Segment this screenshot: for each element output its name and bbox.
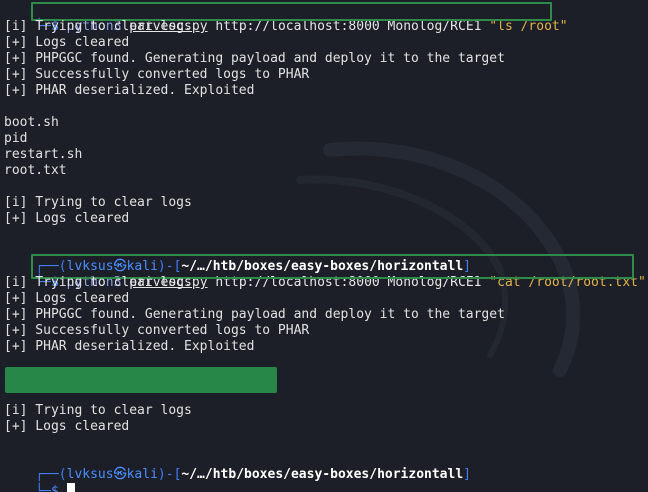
output-line: [+] Logs cleared: [4, 35, 130, 50]
output-line: restart.sh: [4, 147, 83, 162]
prompt-host: kali: [126, 467, 158, 482]
command-quoted-arg: "ls /root": [489, 19, 568, 34]
terminal-window[interactable]: └─$ python3 privesc.py http://localhost:…: [0, 0, 648, 492]
prompt-dollar: $: [50, 484, 59, 492]
output-line: [i] Trying to clear logs: [4, 195, 192, 210]
output-line: [+] Logs cleared: [4, 291, 130, 306]
output-line: [+] PHPGGC found. Generating payload and…: [4, 51, 505, 66]
redacted-flag: [5, 367, 277, 393]
output-line: [+] PHAR deserialized. Exploited: [4, 83, 255, 98]
output-line: pid: [4, 131, 28, 146]
text-cursor: [66, 483, 75, 492]
output-line: boot.sh: [4, 115, 59, 130]
prompt-header-3: ┌──(lvksus㉿kali)-[~/…/htb/boxes/easy-box…: [35, 467, 471, 482]
prompt-path: ~/…/htb/boxes/easy-boxes/horizontall: [181, 467, 464, 482]
output-line: [+] PHAR deserialized. Exploited: [4, 339, 255, 354]
output-line: [+] Successfully converted logs to PHAR: [4, 67, 310, 82]
output-line: [i] Trying to clear logs: [4, 275, 192, 290]
output-line: [+] Successfully converted logs to PHAR: [4, 323, 310, 338]
output-line: root.txt: [4, 163, 67, 178]
output-line: [i] Trying to clear logs: [4, 19, 192, 34]
command-input-line[interactable]: └─$: [4, 467, 75, 492]
prompt-at-icon: ㉿: [113, 467, 127, 482]
output-line: [+] Logs cleared: [4, 211, 130, 226]
output-line: [i] Trying to clear logs: [4, 403, 192, 418]
output-line: [+] Logs cleared: [4, 419, 130, 434]
command-args: http://localhost:8000 Monolog/RCE1: [215, 19, 482, 34]
output-line: [+] PHPGGC found. Generating payload and…: [4, 307, 505, 322]
